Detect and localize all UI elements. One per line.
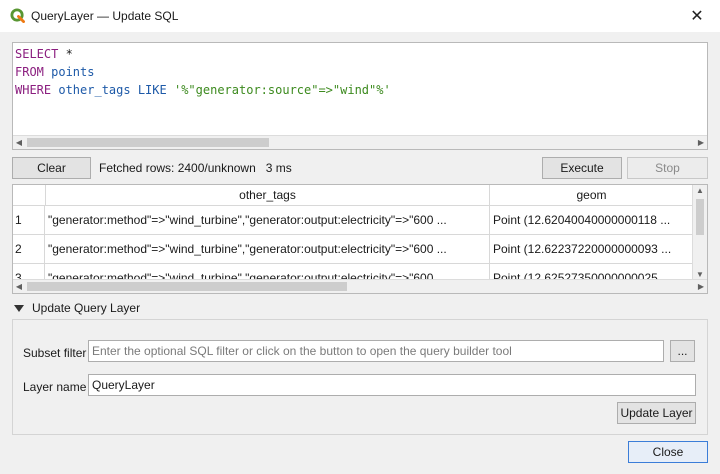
close-button[interactable]: Close: [628, 441, 708, 463]
query-builder-button[interactable]: ...: [670, 340, 695, 362]
table-vertical-scrollbar[interactable]: ▲ ▼: [692, 185, 707, 280]
sql-token: SELECT: [15, 47, 59, 61]
update-sql-dialog: QueryLayer — Update SQL ✕ SELECT * FROM p…: [0, 0, 720, 474]
table-cell-other-tags[interactable]: "generator:method"=>"wind_turbine","gene…: [45, 235, 490, 264]
sql-line[interactable]: SELECT *: [15, 45, 391, 63]
sql-token: FROM: [15, 65, 44, 79]
window-close-icon[interactable]: ✕: [674, 0, 720, 32]
row-number[interactable]: 2: [13, 235, 45, 264]
scrollbar-thumb[interactable]: [27, 138, 269, 147]
execute-button[interactable]: Execute: [542, 157, 622, 179]
corner-header[interactable]: [13, 185, 46, 206]
scroll-right-icon[interactable]: ▶: [695, 136, 707, 149]
title-bar: QueryLayer — Update SQL ✕: [0, 0, 720, 32]
subset-filter-label: Subset filter: [23, 346, 87, 360]
sql-token: LIKE: [130, 83, 174, 97]
sql-text[interactable]: SELECT * FROM points WHERE other_tags LIKE…: [15, 45, 391, 99]
scrollbar-thumb[interactable]: [696, 199, 704, 235]
column-header-other-tags[interactable]: other_tags: [46, 185, 490, 206]
sql-token: '%"generator:source"=>"wind"%': [173, 83, 391, 97]
scroll-left-icon[interactable]: ◀: [13, 280, 25, 293]
scrollbar-thumb[interactable]: [27, 282, 347, 291]
row-number[interactable]: 1: [13, 206, 45, 235]
column-header-geom[interactable]: geom: [490, 185, 694, 206]
sql-token: points: [43, 65, 95, 79]
table-cell-geom[interactable]: Point (12.62040040000000118 ...: [490, 206, 694, 235]
qgis-logo-icon: [10, 8, 25, 23]
sql-line[interactable]: WHERE other_tags LIKE '%"generator:sourc…: [15, 81, 391, 99]
clear-button[interactable]: Clear: [12, 157, 91, 179]
results-table: other_tags geom 1 "generator:method"=>"w…: [12, 184, 708, 294]
layer-name-label: Layer name: [23, 380, 87, 394]
sql-token: WHERE: [15, 83, 52, 97]
scroll-left-icon[interactable]: ◀: [13, 136, 25, 149]
table-cell-geom[interactable]: Point (12.62237220000000093 ...: [490, 235, 694, 264]
update-layer-button[interactable]: Update Layer: [617, 402, 696, 424]
layer-name-input[interactable]: QueryLayer: [88, 374, 696, 396]
table-horizontal-scrollbar[interactable]: ◀ ▶: [13, 279, 707, 293]
scroll-down-icon[interactable]: ▼: [696, 270, 704, 279]
scroll-right-icon[interactable]: ▶: [695, 280, 707, 293]
sql-token: other_tags: [51, 83, 131, 97]
update-group-toggle[interactable]: Update Query Layer: [14, 301, 140, 315]
table-cell-other-tags[interactable]: "generator:method"=>"wind_turbine","gene…: [45, 206, 490, 235]
window-title: QueryLayer — Update SQL: [31, 9, 179, 23]
sql-token: *: [58, 47, 73, 61]
update-query-layer-group: Subset filter Enter the optional SQL fil…: [12, 319, 708, 435]
collapse-triangle-icon: [14, 304, 24, 312]
editor-horizontal-scrollbar[interactable]: ◀ ▶: [13, 135, 707, 149]
fetch-status-text: Fetched rows: 2400/unknown 3 ms: [99, 161, 292, 175]
sql-editor[interactable]: SELECT * FROM points WHERE other_tags LIKE…: [12, 42, 708, 150]
stop-button[interactable]: Stop: [627, 157, 708, 179]
scroll-up-icon[interactable]: ▲: [696, 186, 704, 195]
update-group-title: Update Query Layer: [32, 301, 141, 315]
subset-filter-input[interactable]: Enter the optional SQL filter or click o…: [88, 340, 664, 362]
sql-line[interactable]: FROM points: [15, 63, 391, 81]
